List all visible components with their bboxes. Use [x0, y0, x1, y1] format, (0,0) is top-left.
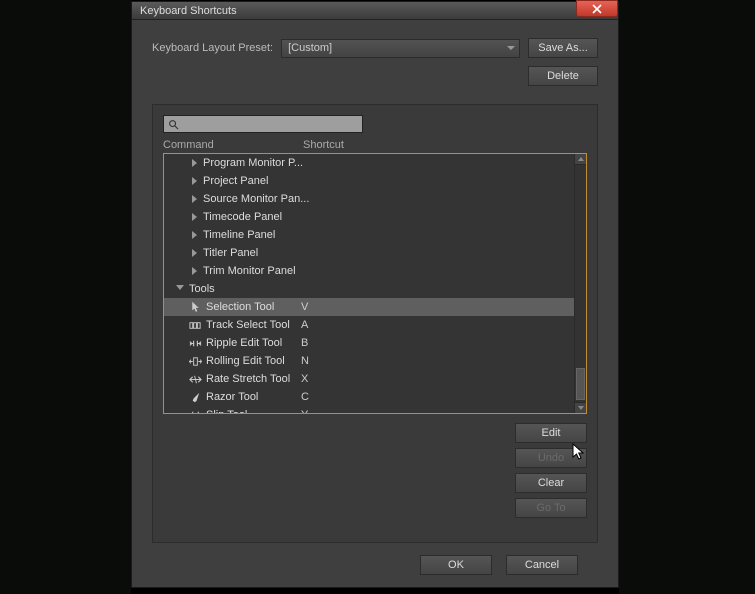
tree-item-tool[interactable]: Track Select ToolA — [164, 316, 574, 334]
save-as-button[interactable]: Save As... — [528, 38, 598, 58]
ok-button[interactable]: OK — [420, 555, 492, 575]
expand-icon — [192, 249, 197, 257]
window-title: Keyboard Shortcuts — [132, 5, 237, 17]
close-icon — [592, 4, 602, 14]
expand-icon — [192, 213, 197, 221]
tree-item-label: Source Monitor Pan... — [203, 193, 323, 205]
tool-icon — [186, 337, 204, 350]
tree-item[interactable]: Project Panel — [164, 172, 574, 190]
titlebar[interactable]: Keyboard Shortcuts — [132, 2, 618, 20]
scroll-down-button[interactable] — [575, 402, 586, 413]
tool-name: Track Select Tool — [206, 319, 301, 331]
shortcut-tree: Program Monitor P... Project Panel Source … — [163, 153, 587, 414]
cancel-button[interactable]: Cancel — [506, 555, 578, 575]
tool-icon — [186, 409, 204, 414]
tree-item-label: Program Monitor P... — [203, 157, 323, 169]
tool-name: Slip Tool — [206, 409, 301, 413]
tree-item-label: Titler Panel — [203, 247, 323, 259]
arrow-up-icon — [578, 157, 584, 161]
column-command: Command — [163, 139, 303, 151]
tool-shortcut: C — [301, 391, 309, 403]
tree-item-tool[interactable]: Selection ToolV — [164, 298, 574, 316]
column-shortcut: Shortcut — [303, 139, 587, 151]
tree-item-label: Timecode Panel — [203, 211, 323, 223]
tool-name: Ripple Edit Tool — [206, 337, 301, 349]
tree-item[interactable]: Titler Panel — [164, 244, 574, 262]
tree-item[interactable]: Timeline Panel — [164, 226, 574, 244]
tool-icon — [186, 355, 204, 368]
close-button[interactable] — [576, 0, 618, 17]
expand-icon — [192, 231, 197, 239]
tool-shortcut: A — [301, 319, 308, 331]
tree-item-tool[interactable]: Ripple Edit ToolB — [164, 334, 574, 352]
tree-item[interactable]: Trim Monitor Panel — [164, 262, 574, 280]
goto-button[interactable]: Go To — [515, 498, 587, 518]
tree-item-tool[interactable]: Razor ToolC — [164, 388, 574, 406]
expand-icon — [192, 177, 197, 185]
tree-group-label: Tools — [189, 283, 215, 295]
clear-button[interactable]: Clear — [515, 473, 587, 493]
tool-name: Rate Stretch Tool — [206, 373, 301, 385]
shortcuts-panel: Command Shortcut Program Monitor P...Pro… — [152, 104, 598, 543]
tool-name: Razor Tool — [206, 391, 301, 403]
expand-icon — [192, 267, 197, 275]
search-icon — [168, 119, 179, 130]
search-input[interactable] — [163, 115, 363, 133]
tool-shortcut: X — [301, 373, 308, 385]
collapse-icon — [176, 285, 184, 294]
delete-button[interactable]: Delete — [528, 66, 598, 86]
expand-icon — [192, 159, 197, 167]
chevron-down-icon — [507, 46, 515, 50]
tool-icon — [186, 301, 204, 314]
tree-item[interactable]: Source Monitor Pan... — [164, 190, 574, 208]
scrollbar[interactable] — [574, 154, 586, 413]
tool-icon — [186, 391, 204, 404]
tool-name: Rolling Edit Tool — [206, 355, 301, 367]
tool-icon — [186, 373, 204, 386]
tree-item-tool[interactable]: Slip ToolY — [164, 406, 574, 413]
tree-group-tools[interactable]: Tools — [164, 280, 574, 298]
tool-icon — [186, 319, 204, 332]
tree-item-label: Trim Monitor Panel — [203, 265, 323, 277]
edit-button[interactable]: Edit — [515, 423, 587, 443]
tree-item-tool[interactable]: Rolling Edit ToolN — [164, 352, 574, 370]
tool-shortcut: Y — [301, 409, 308, 413]
tree-item[interactable]: Timecode Panel — [164, 208, 574, 226]
scroll-up-button[interactable] — [575, 154, 586, 165]
preset-dropdown[interactable]: [Custom] — [281, 39, 520, 58]
tool-shortcut: N — [301, 355, 309, 367]
keyboard-shortcuts-dialog: Keyboard Shortcuts Keyboard Layout Prese… — [131, 1, 619, 588]
tree-item-label: Timeline Panel — [203, 229, 323, 241]
tree-item-tool[interactable]: Rate Stretch ToolX — [164, 370, 574, 388]
tree-item[interactable]: Program Monitor P... — [164, 154, 574, 172]
arrow-down-icon — [578, 406, 584, 410]
preset-value: [Custom] — [288, 42, 332, 54]
tool-shortcut: V — [301, 301, 308, 313]
preset-label: Keyboard Layout Preset: — [152, 42, 273, 54]
undo-button[interactable]: Undo — [515, 448, 587, 468]
scroll-thumb[interactable] — [576, 368, 585, 400]
tree-item-label: Project Panel — [203, 175, 323, 187]
tool-shortcut: B — [301, 337, 308, 349]
tool-name: Selection Tool — [206, 301, 301, 313]
expand-icon — [192, 195, 197, 203]
